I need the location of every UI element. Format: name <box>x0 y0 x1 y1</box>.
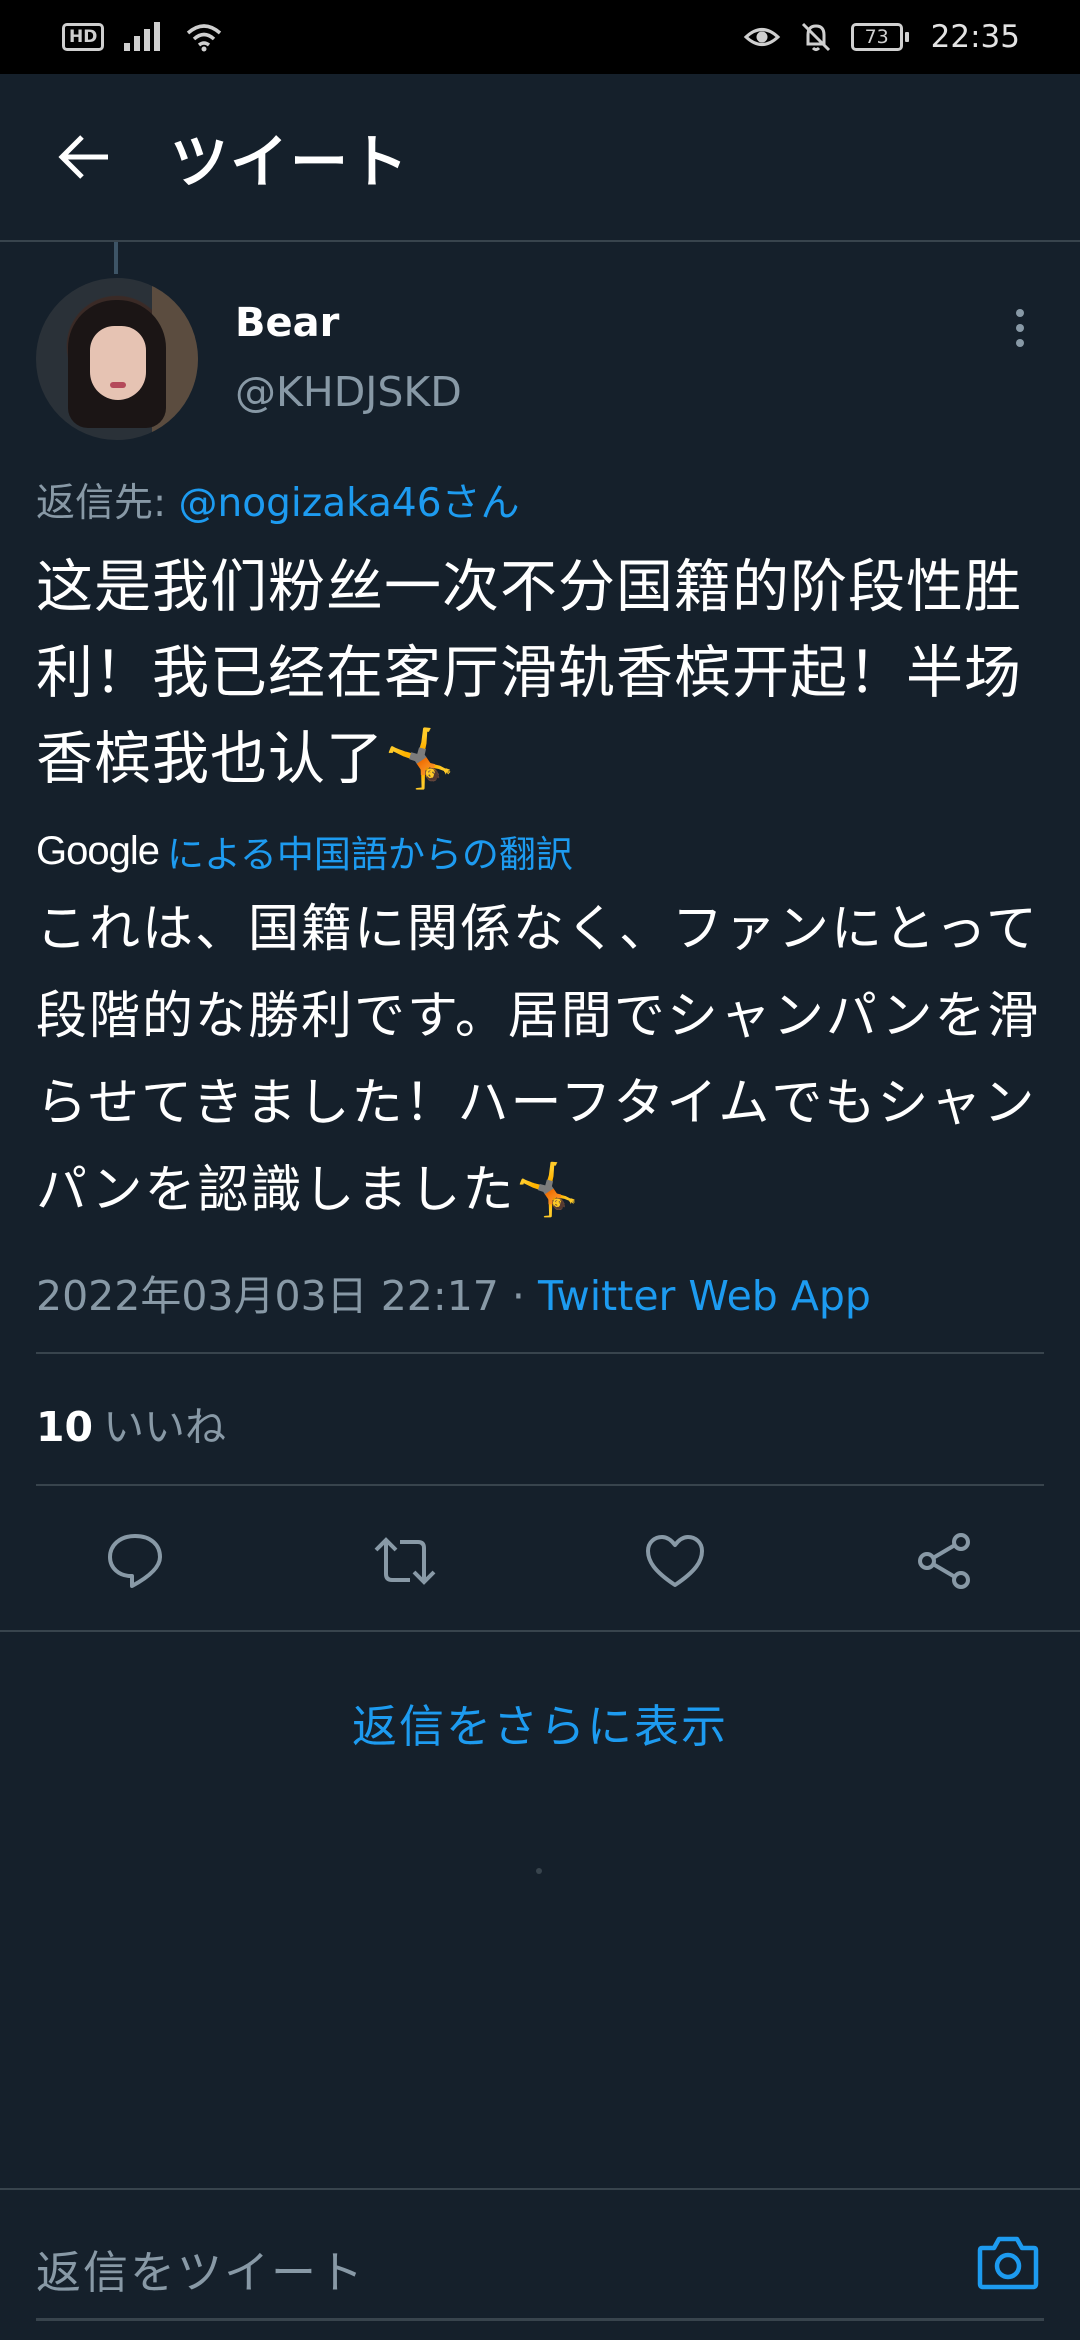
reply-bar: 返信をツイート <box>0 2188 1080 2340</box>
like-button[interactable] <box>640 1528 710 1594</box>
like-count: 10 <box>36 1403 94 1451</box>
tweet-meta: 2022年03月03日 22:17 · Twitter Web App <box>36 1262 871 1322</box>
reply-to-prefix: 返信先: <box>36 481 179 526</box>
retweet-button[interactable] <box>370 1528 440 1594</box>
status-bar-left: HD <box>62 21 224 53</box>
eye-icon <box>743 28 780 46</box>
reply-input-underline <box>36 2318 1044 2321</box>
source-app-link[interactable]: Twitter Web App <box>538 1272 871 1320</box>
tweet-text: 这是我们粉丝一次不分国籍的阶段性胜利！我已经在客厅滑轨香槟开起！半场香槟我也认了… <box>36 554 1022 792</box>
avatar-lip <box>110 382 126 388</box>
like-label: いいね <box>103 1403 227 1451</box>
reply-to-line: 返信先: @nogizaka46さん <box>36 472 520 528</box>
divider <box>36 1484 1044 1486</box>
translated-text: これは、国籍に関係なく、ファンにとって段階的な勝利です。居間でシャンパンを滑らせ… <box>36 900 1041 1220</box>
translation-label[interactable]: による中国語からの翻訳 <box>167 824 573 878</box>
google-logo: Google <box>36 828 160 873</box>
avatar[interactable] <box>36 278 198 440</box>
author-handle[interactable]: @KHDJSKD <box>235 368 462 416</box>
wifi-icon <box>187 24 222 52</box>
translation-attribution: Google による中国語からの翻訳 <box>36 824 573 878</box>
battery-indicator: 73 <box>850 23 909 51</box>
divider <box>36 1352 1044 1354</box>
more-dot <box>1016 339 1024 347</box>
tweet-actions <box>0 1508 1080 1612</box>
reply-input[interactable]: 返信をツイート <box>36 2236 365 2301</box>
meta-separator: · <box>498 1272 538 1320</box>
section-divider <box>0 1630 1080 1632</box>
share-icon <box>918 1533 970 1589</box>
reply-icon <box>108 1534 162 1588</box>
clock: 22:35 <box>930 19 1020 55</box>
bell-off-icon <box>801 22 830 52</box>
camera-icon <box>977 2236 1039 2290</box>
author-name[interactable]: Bear <box>235 300 339 346</box>
battery-level: 73 <box>850 23 903 51</box>
reply-button[interactable] <box>100 1528 170 1594</box>
avatar-face <box>90 326 146 400</box>
battery-tip <box>904 32 909 42</box>
show-more-replies-link[interactable]: 返信をさらに表示 <box>0 1690 1080 1755</box>
retweet-icon <box>374 1537 436 1585</box>
reply-to-mention[interactable]: @nogizaka46さん <box>179 481 520 526</box>
likes-stat[interactable]: 10 いいね <box>36 1393 226 1453</box>
more-dot <box>1016 309 1024 317</box>
page-title: ツイート <box>170 128 411 196</box>
back-button[interactable] <box>40 113 128 201</box>
more-dot <box>1016 324 1024 332</box>
heart-icon <box>646 1535 704 1587</box>
more-options-button[interactable] <box>1002 306 1038 350</box>
camera-button[interactable] <box>976 2232 1040 2292</box>
status-bar: HD 73 22:35 <box>0 0 1080 74</box>
loading-dot <box>536 1868 542 1874</box>
tweet-datetime: 2022年03月03日 22:17 <box>36 1272 499 1320</box>
hd-badge: HD <box>62 23 105 51</box>
signal-icon <box>124 22 161 51</box>
share-button[interactable] <box>910 1528 980 1594</box>
arrow-left-icon <box>58 135 108 179</box>
status-bar-right: 73 22:35 <box>743 19 1020 55</box>
thread-connector <box>114 242 118 274</box>
app-bar: ツイート <box>0 74 1080 242</box>
